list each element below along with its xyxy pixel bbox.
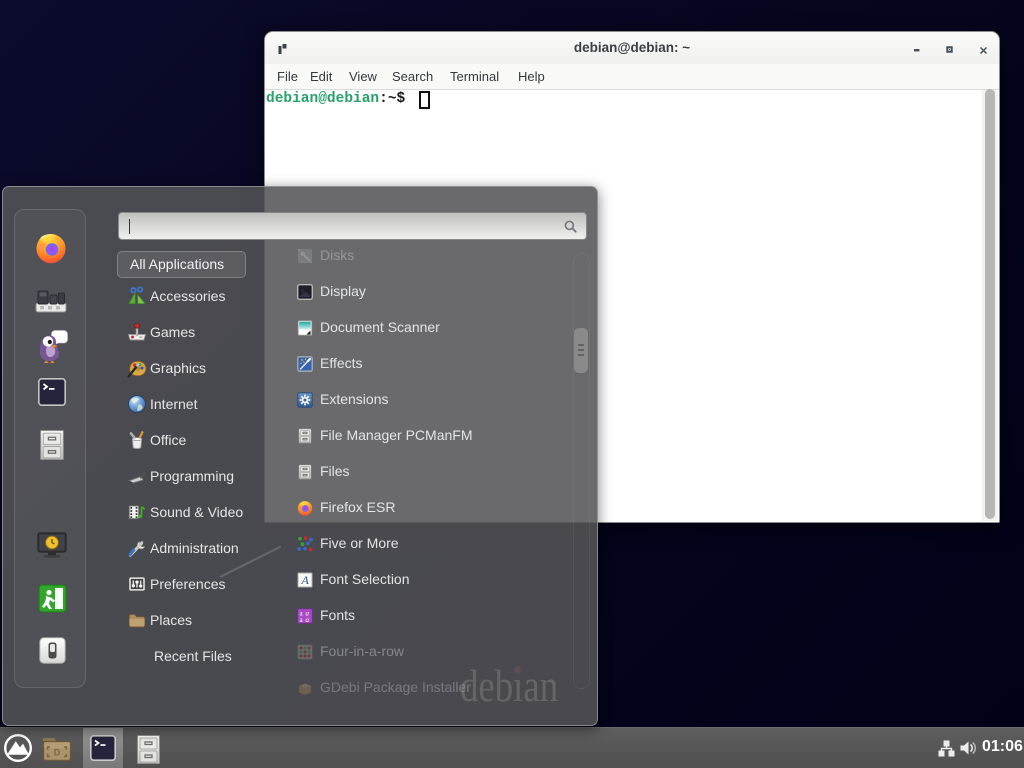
svg-text:D: D — [54, 748, 61, 758]
svg-text:a: a — [306, 616, 310, 624]
svg-text:A: A — [301, 573, 310, 587]
